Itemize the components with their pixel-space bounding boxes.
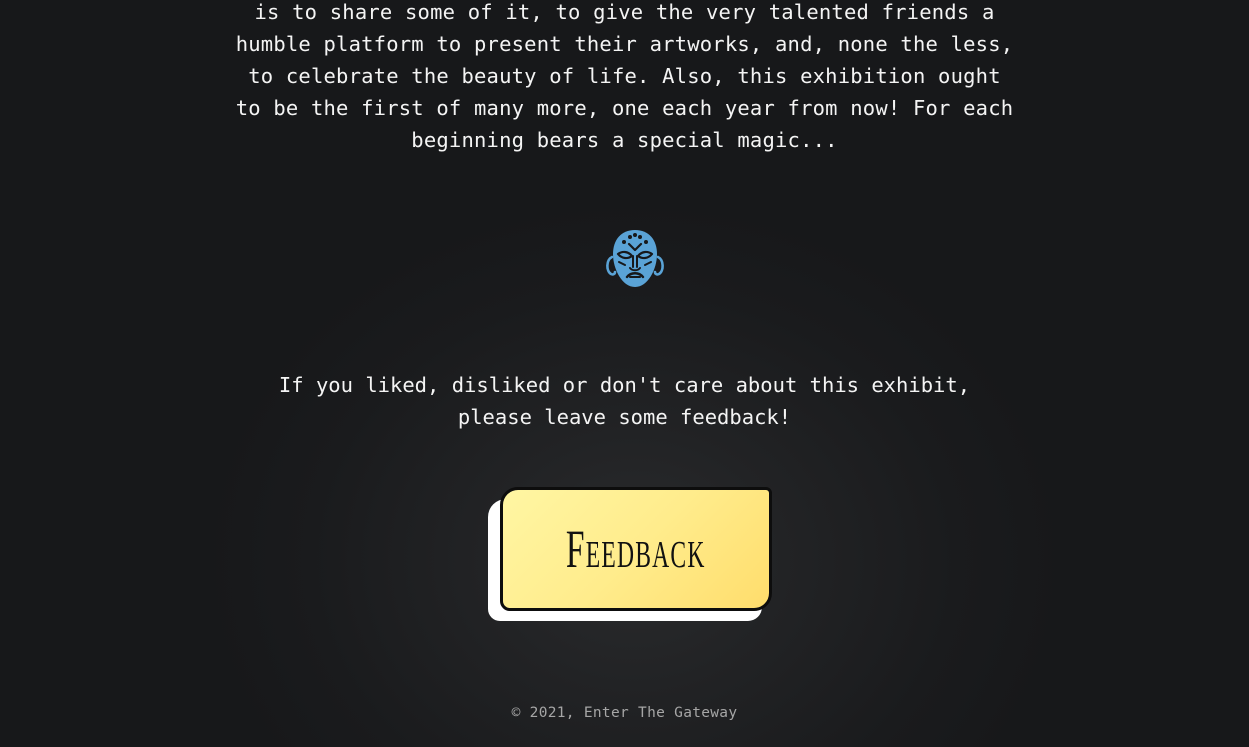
feedback-button[interactable]: Feedback	[500, 487, 772, 611]
feedback-prompt-line: If you liked, disliked or don't care abo…	[278, 373, 971, 397]
intro-line: to be the first of many more, one each y…	[235, 96, 1014, 120]
tribal-mask-icon	[603, 227, 667, 291]
feedback-button-label: Feedback	[566, 519, 706, 579]
feedback-prompt-line: please leave some feedback!	[457, 405, 792, 429]
footer-copyright: © 2021, Enter The Gateway	[511, 705, 738, 721]
intro-paragraph: is to share some of it, to give the very…	[0, 0, 1249, 156]
intro-line: humble platform to present their artwork…	[235, 32, 1014, 56]
intro-line: to celebrate the beauty of life. Also, t…	[248, 64, 1001, 88]
intro-line: is to share some of it, to give the very…	[254, 0, 995, 24]
feedback-prompt: If you liked, disliked or don't care abo…	[0, 369, 1249, 433]
intro-line: beginning bears a special magic...	[411, 128, 838, 152]
